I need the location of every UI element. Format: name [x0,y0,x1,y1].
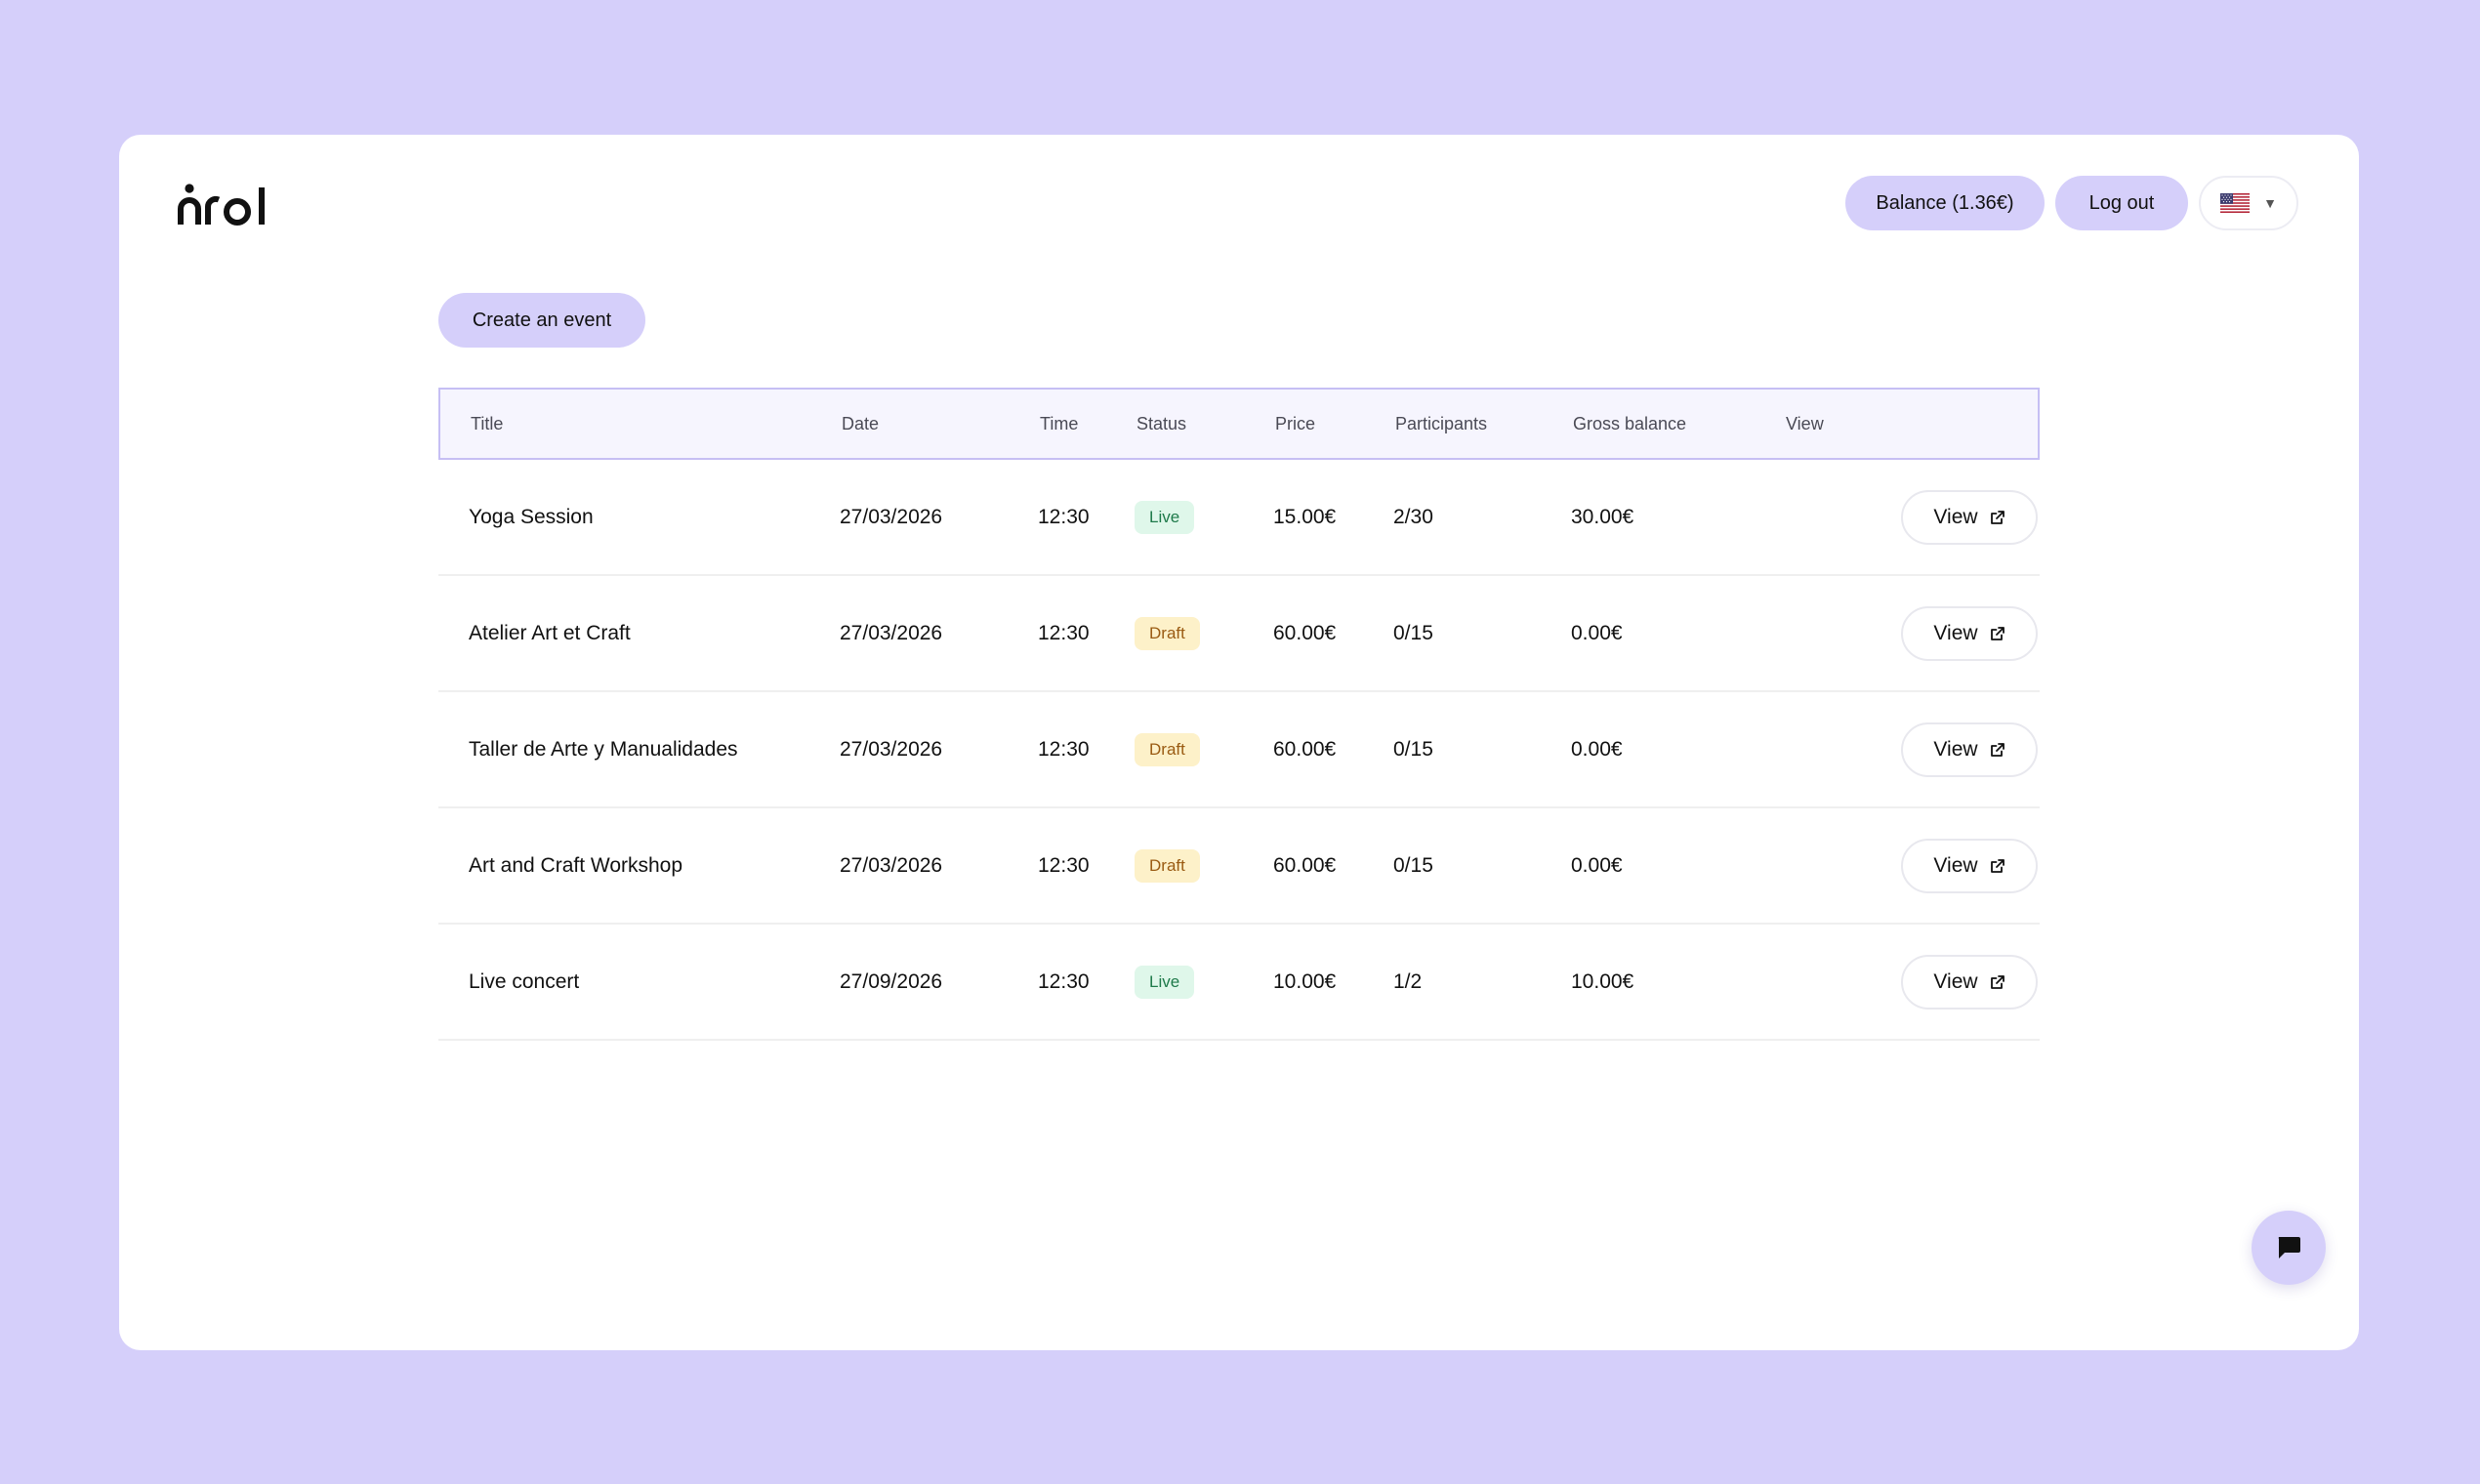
event-price: 60.00€ [1273,854,1337,877]
create-event-button[interactable]: Create an event [438,293,645,348]
logout-button[interactable]: Log out [2055,176,2188,230]
view-event-button[interactable]: View [1901,489,2038,545]
view-button-label: View [1933,969,1978,993]
event-participants: 0/15 [1393,738,1433,761]
event-date: 27/03/2026 [840,738,943,761]
event-gross-balance: 0.00€ [1571,622,1623,644]
status-badge: Live [1135,500,1195,534]
column-header-view: View [1786,414,1824,433]
column-header-price: Price [1275,414,1316,433]
view-event-button[interactable]: View [1901,838,2038,893]
column-header-gross-balance: Gross balance [1573,414,1687,433]
event-time: 12:30 [1038,738,1090,761]
event-time: 12:30 [1038,854,1090,877]
status-badge: Draft [1135,616,1200,650]
external-link-icon [1990,626,2005,640]
event-title: Live concert [469,970,580,993]
table-row: Atelier Art et Craft 27/03/2026 12:30 Dr… [438,576,2040,692]
event-gross-balance: 10.00€ [1571,970,1634,993]
chevron-down-icon: ▼ [2263,195,2277,211]
event-participants: 0/15 [1393,622,1433,644]
event-time: 12:30 [1038,622,1090,644]
view-event-button[interactable]: View [1901,605,2038,661]
event-title: Atelier Art et Craft [469,622,631,644]
event-title: Taller de Arte y Manualidades [469,738,738,761]
view-button-label: View [1933,621,1978,644]
external-link-icon [1990,510,2005,524]
view-button-label: View [1933,505,1978,528]
event-title: Yoga Session [469,506,594,528]
event-time: 12:30 [1038,970,1090,993]
table-row: Art and Craft Workshop 27/03/2026 12:30 … [438,808,2040,925]
balance-button[interactable]: Balance (1.36€) [1845,176,2045,230]
event-time: 12:30 [1038,506,1090,528]
header-actions: Balance (1.36€) Log out ▼ [1845,176,2298,230]
view-button-label: View [1933,737,1978,761]
table-row: Live concert 27/09/2026 12:30 Live 10.00… [438,925,2040,1041]
status-badge: Draft [1135,848,1200,883]
table-header: Title Date Time Status Price Participant… [438,388,2040,460]
event-price: 10.00€ [1273,970,1337,993]
event-date: 27/09/2026 [840,970,943,993]
external-link-icon [1990,974,2005,989]
events-table: Title Date Time Status Price Participant… [438,388,2040,1041]
event-gross-balance: 0.00€ [1571,738,1623,761]
status-badge: Live [1135,965,1195,999]
us-flag-icon [2220,193,2251,213]
event-participants: 2/30 [1393,506,1433,528]
event-gross-balance: 0.00€ [1571,854,1623,877]
view-event-button[interactable]: View [1901,954,2038,1010]
event-price: 60.00€ [1273,738,1337,761]
status-badge: Draft [1135,732,1200,766]
column-header-date: Date [842,414,880,433]
nrol-logo-icon [178,184,265,226]
event-participants: 1/2 [1393,970,1423,993]
view-button-label: View [1933,853,1978,877]
event-price: 15.00€ [1273,506,1337,528]
event-date: 27/03/2026 [840,506,943,528]
column-header-participants: Participants [1395,414,1488,433]
column-header-title: Title [471,414,504,433]
event-gross-balance: 30.00€ [1571,506,1634,528]
event-price: 60.00€ [1273,622,1337,644]
main-card: Balance (1.36€) Log out ▼ Create an even… [119,135,2359,1350]
event-date: 27/03/2026 [840,854,943,877]
table-row: Taller de Arte y Manualidades 27/03/2026… [438,692,2040,808]
view-event-button[interactable]: View [1901,721,2038,777]
chat-bubble-icon [2278,1237,2300,1258]
column-header-time: Time [1040,414,1079,433]
event-date: 27/03/2026 [840,622,943,644]
external-link-icon [1990,742,2005,757]
brand-logo[interactable] [178,176,271,227]
chat-button[interactable] [2252,1211,2326,1285]
event-participants: 0/15 [1393,854,1433,877]
table-row: Yoga Session 27/03/2026 12:30 Live 15.00… [438,460,2040,576]
column-header-status: Status [1137,414,1187,433]
external-link-icon [1990,858,2005,873]
language-selector[interactable]: ▼ [2199,176,2298,230]
event-title: Art and Craft Workshop [469,854,683,877]
